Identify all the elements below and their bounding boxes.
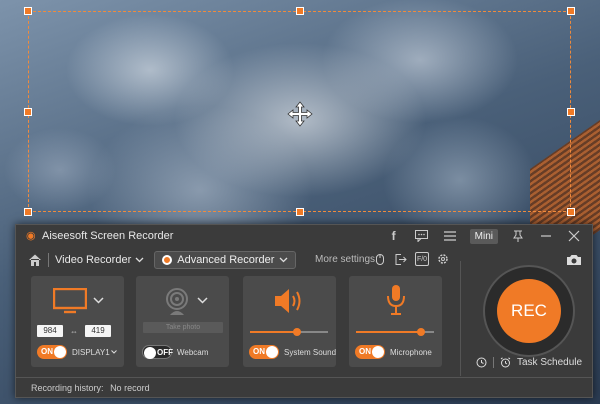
record-area: REC Task Schedule: [460, 255, 590, 376]
resize-handle-bottom-left[interactable]: [24, 208, 32, 216]
width-field[interactable]: 984: [37, 325, 63, 337]
more-settings-label: More settings:: [315, 254, 378, 265]
display-panel: 984 ⇔ 419 ON DISPLAY1: [31, 276, 124, 367]
rec-button-ring: REC: [483, 265, 575, 357]
chevron-down-icon[interactable]: [93, 297, 104, 304]
monitor-icon[interactable]: [53, 288, 87, 314]
speaker-icon[interactable]: [273, 286, 307, 316]
alarm-clock-icon[interactable]: [500, 357, 511, 368]
rec-button[interactable]: REC: [497, 279, 561, 343]
display-toggle-row: ON DISPLAY1: [37, 345, 117, 359]
slider-thumb[interactable]: [292, 328, 301, 336]
slider-thumb[interactable]: [416, 328, 425, 336]
video-recorder-label: Video Recorder: [55, 254, 132, 266]
take-photo-button[interactable]: Take photo: [143, 322, 223, 333]
display-label[interactable]: DISPLAY1: [72, 348, 110, 357]
home-icon[interactable]: [28, 253, 42, 267]
system-sound-toggle[interactable]: ON: [249, 345, 279, 359]
microphone-toggle[interactable]: ON: [355, 345, 385, 359]
advanced-recorder-label: Advanced Recorder: [177, 254, 275, 266]
microphone-panel: ON Microphone: [349, 276, 442, 367]
app-title: Aiseesoft Screen Recorder: [42, 230, 174, 242]
mouse-icon[interactable]: [373, 252, 387, 266]
link-ratio-icon[interactable]: ⇔: [67, 327, 81, 336]
app-logo-icon: ◉: [26, 230, 36, 242]
task-schedule-label[interactable]: Task Schedule: [517, 357, 582, 368]
system-sound-panel: ON System Sound: [243, 276, 336, 367]
pin-icon[interactable]: [510, 228, 526, 244]
resize-handle-top[interactable]: [296, 7, 304, 15]
chevron-down-icon: [135, 257, 144, 263]
divider: [493, 357, 494, 368]
export-icon[interactable]: [394, 252, 408, 266]
move-cursor-icon[interactable]: [287, 101, 313, 127]
recorder-window: ◉ Aiseesoft Screen Recorder f Mini Video…: [15, 224, 593, 398]
microphone-label: Microphone: [390, 347, 432, 357]
footer-bar: Recording history: No record: [16, 377, 592, 398]
facebook-icon[interactable]: f: [386, 228, 402, 244]
display-toggle[interactable]: ON: [37, 345, 67, 359]
mode-toolbar: Video Recorder Advanced Recorder: [28, 251, 297, 269]
resize-handle-bottom[interactable]: [296, 208, 304, 216]
resize-handle-right[interactable]: [567, 108, 575, 116]
system-sound-slider[interactable]: [250, 328, 328, 336]
webcam-toggle-row: OFF Webcam: [142, 345, 208, 359]
history-clock-icon[interactable]: [476, 357, 487, 368]
system-sound-label: System Sound: [283, 347, 337, 357]
task-schedule: Task Schedule: [476, 357, 582, 368]
record-dot-icon: [162, 255, 173, 265]
resize-handle-top-right[interactable]: [567, 7, 575, 15]
recording-history-label: Recording history:: [31, 383, 104, 393]
resize-handle-top-left[interactable]: [24, 7, 32, 15]
chevron-down-icon: [280, 257, 288, 263]
settings-gear-icon[interactable]: [436, 252, 450, 266]
chevron-down-icon[interactable]: [197, 297, 208, 304]
title-bar: ◉ Aiseesoft Screen Recorder f Mini: [16, 225, 592, 247]
webcam-icon[interactable]: [162, 287, 192, 317]
minimize-icon[interactable]: [538, 228, 554, 244]
microphone-toggle-row: ON Microphone: [355, 345, 432, 359]
mini-button[interactable]: Mini: [469, 228, 498, 244]
video-recorder-dropdown[interactable]: Video Recorder: [55, 254, 144, 266]
height-field[interactable]: 419: [85, 325, 111, 337]
resize-handle-bottom-right[interactable]: [567, 208, 575, 216]
webcam-label: Webcam: [177, 347, 209, 357]
close-icon[interactable]: [566, 228, 582, 244]
menu-icon[interactable]: [442, 228, 458, 244]
advanced-recorder-dropdown[interactable]: Advanced Recorder: [154, 251, 297, 269]
microphone-slider[interactable]: [356, 328, 434, 336]
microphone-icon[interactable]: [386, 284, 406, 316]
resize-handle-left[interactable]: [24, 108, 32, 116]
fps-icon[interactable]: F/0: [415, 252, 429, 266]
chevron-down-icon[interactable]: [110, 350, 117, 354]
recording-history-value[interactable]: No record: [110, 383, 150, 393]
divider: [48, 253, 49, 267]
camera-icon[interactable]: [566, 254, 582, 266]
webcam-panel: Take photo OFF Webcam: [136, 276, 229, 367]
webcam-toggle[interactable]: OFF: [142, 345, 173, 359]
chat-icon[interactable]: [414, 228, 430, 244]
system-sound-toggle-row: ON System Sound: [249, 345, 336, 359]
